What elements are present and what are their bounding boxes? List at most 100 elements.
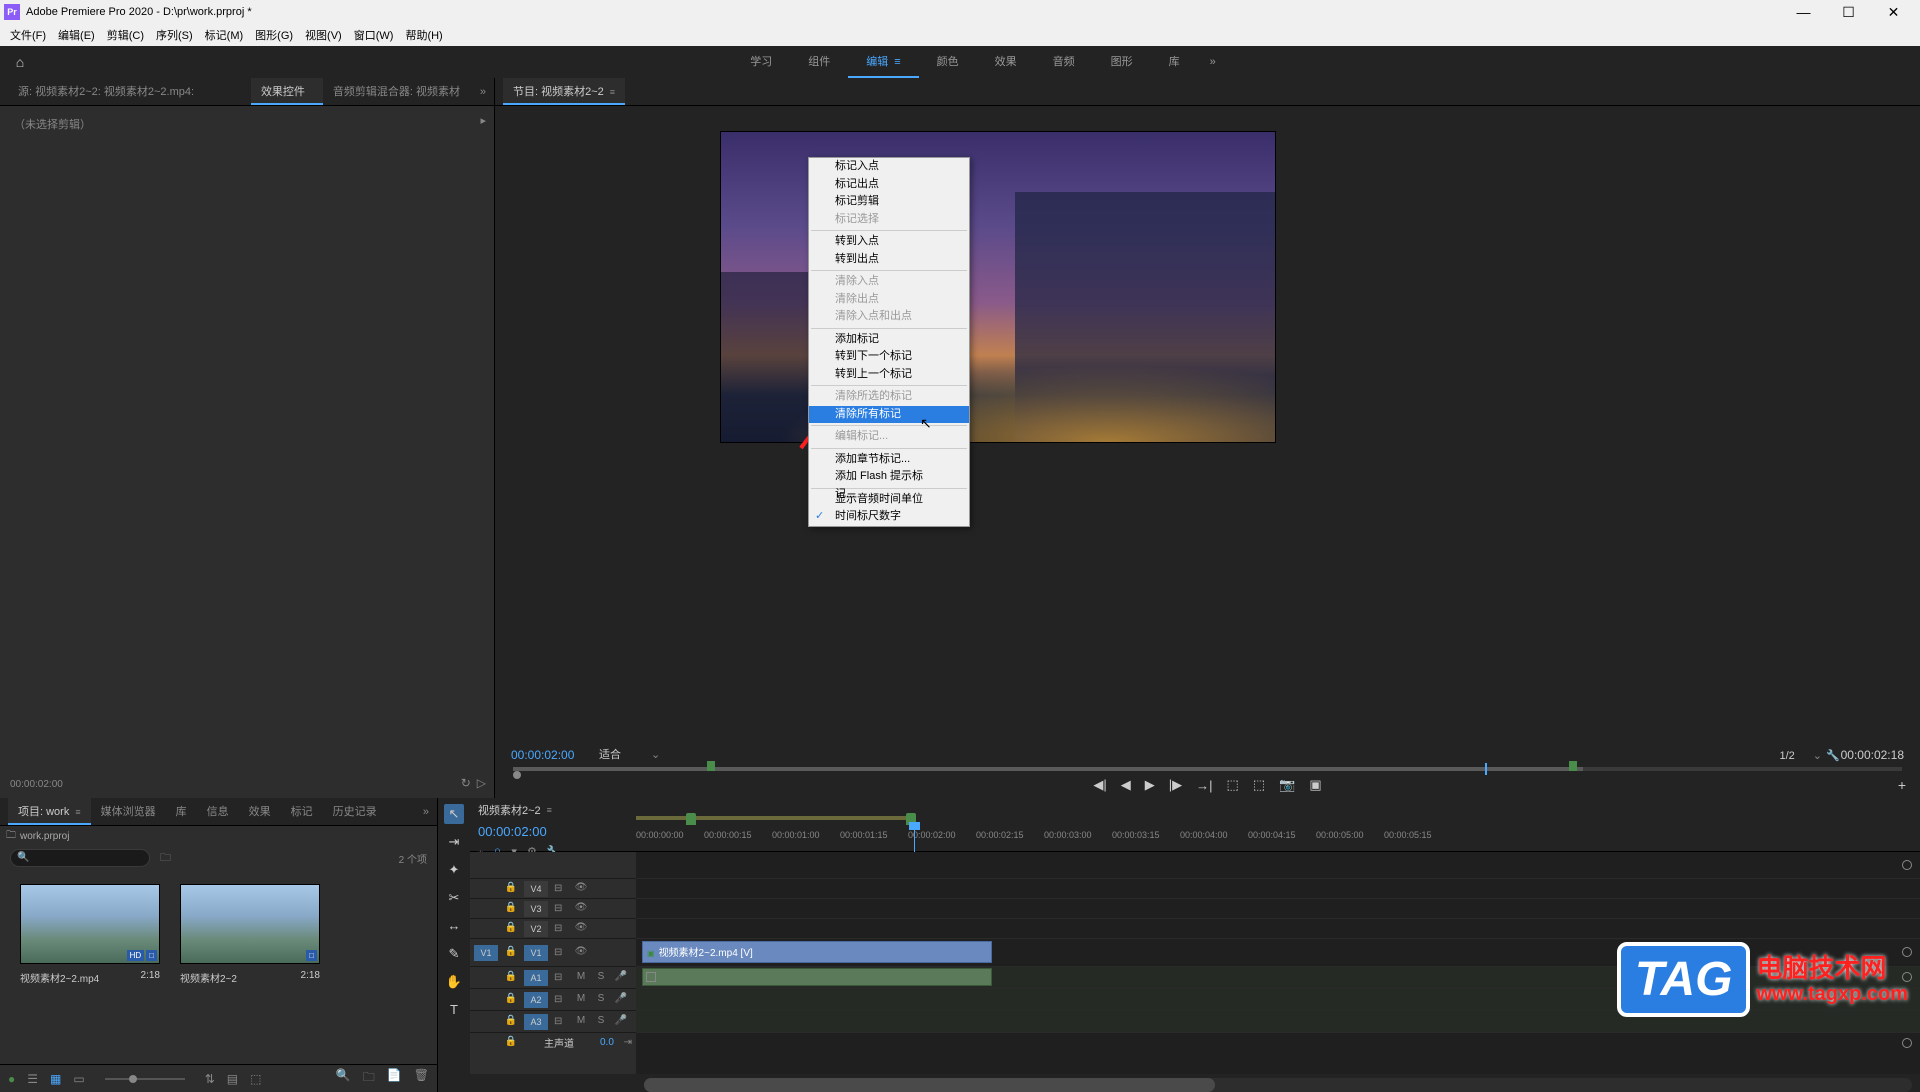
video-preview[interactable] <box>720 131 1276 443</box>
track-header-v4[interactable]: 🔒V4⊟👁 <box>470 878 636 898</box>
type-tool[interactable]: T <box>444 1000 464 1020</box>
track-header-a2[interactable]: 🔒A2⊟MS🎤 <box>470 988 636 1010</box>
new-bin-icon[interactable]: 🔍 <box>336 1068 351 1089</box>
sequence-tab[interactable]: 视频素材2~2≡ <box>478 802 628 822</box>
add-button[interactable]: + <box>1898 777 1906 793</box>
track-header-a1[interactable]: 🔒A1⊟MS🎤 <box>470 966 636 988</box>
voiceover-icon[interactable]: 🎤 <box>614 1015 628 1029</box>
cm-goto-prev-marker[interactable]: 转到上一个标记 <box>809 366 969 384</box>
menu-help[interactable]: 帮助(H) <box>399 27 448 43</box>
program-tab[interactable]: 节目: 视频素材2~2≡ <box>503 78 625 105</box>
ws-more-button[interactable]: » <box>1198 56 1228 68</box>
effects-tab[interactable]: 效果 <box>239 798 281 825</box>
ws-tab-graphics[interactable]: 图形 <box>1093 46 1151 78</box>
cm-mark-clip[interactable]: 标记剪辑 <box>809 193 969 211</box>
scroll-handle[interactable] <box>1902 860 1912 870</box>
media-browser-tab[interactable]: 媒体浏览器 <box>91 798 166 825</box>
pen-tool[interactable]: ✎ <box>444 944 464 964</box>
slip-tool[interactable]: ↔ <box>444 916 464 936</box>
timeline-marker[interactable] <box>686 813 696 825</box>
sync-lock-icon[interactable]: ⊟ <box>554 972 568 983</box>
home-icon[interactable]: ⌂ <box>0 54 40 70</box>
markers-tab[interactable]: 标记 <box>281 798 323 825</box>
scroll-handle[interactable] <box>1902 947 1912 957</box>
sync-lock-icon[interactable]: ⊟ <box>554 923 568 934</box>
track-header-v3[interactable]: 🔒V3⊟👁 <box>470 898 636 918</box>
cm-add-chapter-marker[interactable]: 添加章节标记... <box>809 451 969 469</box>
cm-goto-out[interactable]: 转到出点 <box>809 251 969 269</box>
cm-clear-all-markers[interactable]: 清除所有标记 <box>809 406 969 424</box>
menu-marker[interactable]: 标记(M) <box>199 27 250 43</box>
effect-controls-tab[interactable]: 效果控件≡ <box>251 78 323 105</box>
icon-view-icon[interactable]: ▦ <box>50 1072 61 1086</box>
eye-icon[interactable]: 👁 <box>574 882 588 896</box>
sync-lock-icon[interactable]: ⊟ <box>554 947 568 958</box>
track-content[interactable]: ▣视频素材2~2.mp4 [V] <box>636 852 1920 1074</box>
voiceover-icon[interactable]: 🎤 <box>614 971 628 985</box>
menu-file[interactable]: 文件(F) <box>4 27 52 43</box>
menu-window[interactable]: 窗口(W) <box>348 27 400 43</box>
project-breadcrumb[interactable]: 🗀 work.prproj <box>0 826 437 846</box>
menu-edit[interactable]: 编辑(E) <box>52 27 101 43</box>
auto-seq-icon[interactable]: ▤ <box>227 1072 238 1086</box>
lift-button[interactable]: ⬚ <box>1227 777 1239 793</box>
track-header-master[interactable]: 🔒主声道0.0⇥ <box>470 1032 636 1052</box>
hand-tool[interactable]: ✋ <box>444 972 464 992</box>
play-button[interactable]: ▶ <box>1145 777 1155 793</box>
zoom-dropdown[interactable]: 1/2⌄ <box>1779 749 1822 762</box>
track-header-a3[interactable]: 🔒A3⊟MS🎤 <box>470 1010 636 1032</box>
ws-tab-edit[interactable]: 编辑≡ <box>848 46 918 78</box>
lock-icon[interactable]: 🔒 <box>504 922 518 936</box>
sync-lock-icon[interactable]: ⊟ <box>554 994 568 1005</box>
audio-clip[interactable] <box>642 968 992 986</box>
lock-icon[interactable]: 🔒 <box>504 971 518 985</box>
zoom-slider[interactable] <box>105 1078 185 1080</box>
lock-icon[interactable]: 🔒 <box>504 946 518 960</box>
lock-icon[interactable]: 🔒 <box>504 993 518 1007</box>
voiceover-icon[interactable]: 🎤 <box>614 993 628 1007</box>
time-ruler[interactable]: 00:00:00:00 00:00:00:15 00:00:01:00 00:0… <box>636 798 1920 851</box>
mark-out-button[interactable]: →| <box>1196 778 1212 793</box>
track-select-tool[interactable]: ⇥ <box>444 832 464 852</box>
project-item[interactable]: □ 视频素材2~22:18 <box>180 884 320 985</box>
cm-mark-out[interactable]: 标记出点 <box>809 176 969 194</box>
trash-icon[interactable]: 🗑 <box>414 1068 429 1089</box>
track-header-v1[interactable]: V1🔒V1⊟👁 <box>470 938 636 966</box>
info-tab[interactable]: 信息 <box>197 798 239 825</box>
minimize-button[interactable]: — <box>1781 0 1826 24</box>
eye-icon[interactable]: 👁 <box>574 922 588 936</box>
project-more-button[interactable]: » <box>423 806 429 818</box>
cm-show-audio-time[interactable]: 显示音频时间单位 <box>809 491 969 509</box>
collapse-icon[interactable]: ⇥ <box>624 1037 632 1048</box>
ws-tab-assembly[interactable]: 组件 <box>790 46 848 78</box>
scroll-handle[interactable] <box>1902 972 1912 982</box>
loop-icon[interactable]: ↻ <box>461 776 471 790</box>
expand-icon[interactable]: ▸ <box>480 114 486 127</box>
ws-tab-effects[interactable]: 效果 <box>977 46 1035 78</box>
program-scrubber[interactable] <box>513 767 1902 773</box>
fit-dropdown[interactable]: 适合⌄ <box>599 746 660 762</box>
settings-icon[interactable]: 🔧 <box>1826 749 1840 762</box>
cm-goto-next-marker[interactable]: 转到下一个标记 <box>809 348 969 366</box>
ws-tab-audio[interactable]: 音频 <box>1035 46 1093 78</box>
selection-tool[interactable]: ↖ <box>444 804 464 824</box>
history-tab[interactable]: 历史记录 <box>323 798 387 825</box>
maximize-button[interactable]: ☐ <box>1826 0 1871 24</box>
export-frame-button[interactable]: 📷 <box>1279 777 1295 793</box>
menu-sequence[interactable]: 序列(S) <box>150 27 199 43</box>
sort-icon[interactable]: ⇅ <box>205 1072 215 1086</box>
timeline-scrollbar[interactable] <box>644 1078 1912 1092</box>
menu-graphics[interactable]: 图形(G) <box>249 27 299 43</box>
menu-view[interactable]: 视图(V) <box>299 27 348 43</box>
razor-tool[interactable]: ✂ <box>444 888 464 908</box>
ws-tab-learn[interactable]: 学习 <box>732 46 790 78</box>
record-icon[interactable]: ● <box>8 1072 15 1086</box>
project-tab[interactable]: 项目: work≡ <box>8 798 91 825</box>
find-icon[interactable]: ⬚ <box>250 1072 261 1086</box>
sync-lock-icon[interactable]: ⊟ <box>554 903 568 914</box>
list-view-icon[interactable]: ☰ <box>27 1072 38 1086</box>
close-button[interactable]: ✕ <box>1871 0 1916 24</box>
ripple-tool[interactable]: ✦ <box>444 860 464 880</box>
source-timecode[interactable]: 00:00:02:00 <box>10 779 63 790</box>
source-patch[interactable]: V1 <box>474 945 498 961</box>
